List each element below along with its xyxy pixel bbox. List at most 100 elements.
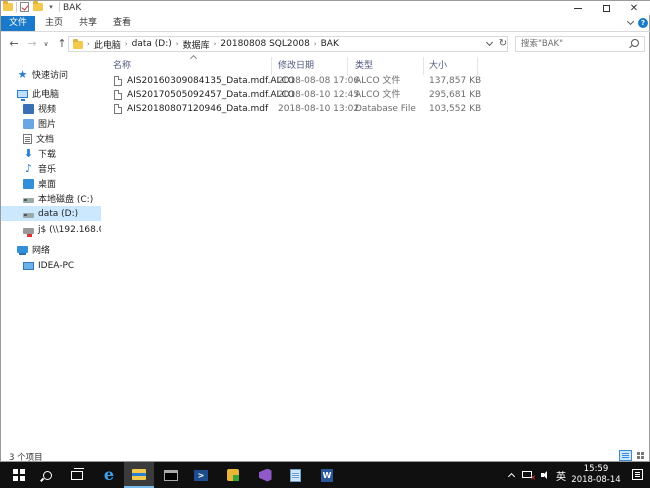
nav-item-local-disk-c[interactable]: 本地磁盘 (C:) <box>1 191 101 206</box>
start-button[interactable] <box>4 462 34 488</box>
taskbar-powershell[interactable]: > <box>186 462 216 488</box>
desktop-folder-icon <box>23 178 34 189</box>
customize-toolbar-icon[interactable]: ▾ <box>46 2 56 12</box>
details-view-icon[interactable] <box>619 450 632 461</box>
table-row[interactable]: AIS20170505092457_Data.mdf.ALCO 2018-08-… <box>111 89 491 102</box>
taskbar-sql-management-studio[interactable] <box>218 462 248 488</box>
nav-item-label: 桌面 <box>38 180 57 190</box>
download-arrow-icon: ⬇ <box>23 146 34 160</box>
network-icon <box>17 246 28 255</box>
maximize-button[interactable] <box>593 1 619 15</box>
search-input[interactable] <box>516 37 628 51</box>
taskbar-visual-studio[interactable] <box>250 462 280 488</box>
column-header-date[interactable]: 修改日期 <box>278 59 314 73</box>
nav-item-quick-access[interactable]: ★ 快速访问 <box>1 67 101 82</box>
chevron-right-icon[interactable]: › <box>214 40 217 48</box>
column-header-size[interactable]: 大小 <box>429 59 447 73</box>
search-icon[interactable] <box>631 39 639 47</box>
nav-item-desktop[interactable]: 桌面 <box>1 176 101 191</box>
breadcrumb-database[interactable]: 数据库 <box>183 38 210 51</box>
file-size: 137,857 KB <box>429 76 482 86</box>
column-divider[interactable] <box>477 57 478 75</box>
taskbar-word[interactable]: W <box>312 462 342 488</box>
powershell-icon: > <box>194 469 208 481</box>
taskbar-command-prompt[interactable] <box>156 462 186 488</box>
tab-share[interactable]: 共享 <box>77 16 99 31</box>
address-bar[interactable]: › 此电脑 › data (D:) › 数据库 › 20180808 SQL20… <box>68 36 508 52</box>
nav-item-this-pc[interactable]: 此电脑 <box>1 86 101 101</box>
table-row[interactable]: AIS20180807120946_Data.mdf 2018-08-10 13… <box>111 103 491 116</box>
search-icon <box>42 470 52 480</box>
network-drive-icon <box>23 228 34 237</box>
explorer-window: ▾ BAK ✕ 文件 主页 共享 查看 ? ← → ∨ ↑ › 此电脑 › da… <box>0 0 650 463</box>
column-header-type[interactable]: 类型 <box>355 59 373 73</box>
chevron-right-icon[interactable]: › <box>87 40 90 48</box>
column-divider[interactable] <box>347 57 348 75</box>
nav-item-network-drive-j[interactable]: j$ (\\192.168.0.90) <box>1 222 101 237</box>
toolbar-divider <box>59 2 60 12</box>
network-status-icon[interactable] <box>522 471 536 483</box>
nav-item-label: IDEA-PC <box>38 260 75 271</box>
tab-file[interactable]: 文件 <box>1 16 35 31</box>
folder-icon <box>3 1 13 12</box>
chevron-right-icon[interactable]: › <box>125 40 128 48</box>
breadcrumb-this-pc[interactable]: 此电脑 <box>94 38 121 51</box>
music-note-icon: ♪ <box>24 161 33 175</box>
taskbar-notepad[interactable] <box>280 462 310 488</box>
taskbar-file-explorer[interactable] <box>124 462 154 488</box>
taskbar-clock[interactable]: 15:59 2018-08-14 <box>570 464 622 486</box>
address-dropdown-icon[interactable] <box>486 40 494 48</box>
refresh-icon[interactable]: ↻ <box>497 38 509 50</box>
nav-item-music[interactable]: ♪ 音乐 <box>1 161 101 176</box>
table-row[interactable]: AIS20160309084135_Data.mdf.ALCO 2018-08-… <box>111 75 491 88</box>
file-date: 2018-08-08 17:06 <box>278 76 360 86</box>
breadcrumb-data-drive[interactable]: data (D:) <box>132 39 172 49</box>
tab-home[interactable]: 主页 <box>43 16 65 31</box>
properties-check-icon[interactable] <box>20 2 30 12</box>
minimize-button[interactable] <box>565 1 591 15</box>
quick-access-toolbar: ▾ <box>3 1 60 12</box>
nav-item-downloads[interactable]: ⬇ 下载 <box>1 146 101 161</box>
recent-locations-button[interactable]: ∨ <box>41 37 51 51</box>
chevron-up-icon[interactable] <box>506 470 516 480</box>
nav-item-idea-pc[interactable]: IDEA-PC <box>1 258 101 273</box>
ribbon-tabs: 文件 主页 共享 查看 ? <box>1 15 650 32</box>
column-divider[interactable] <box>423 57 424 75</box>
input-method-indicator[interactable]: 英 <box>556 468 566 483</box>
help-icon[interactable]: ? <box>638 18 648 28</box>
volume-icon[interactable] <box>540 470 550 480</box>
forward-button[interactable]: → <box>25 37 39 51</box>
up-button[interactable]: ↑ <box>55 37 69 51</box>
expand-ribbon-icon[interactable] <box>626 17 636 27</box>
close-button[interactable]: ✕ <box>621 1 647 15</box>
minimize-icon <box>574 7 582 9</box>
nav-item-videos[interactable]: 视频 <box>1 101 101 116</box>
taskbar-search-button[interactable] <box>32 462 62 488</box>
column-header-name[interactable]: 名称 <box>113 59 131 73</box>
title-bar: ▾ BAK ✕ <box>1 1 650 15</box>
large-icons-view-icon[interactable] <box>635 450 647 461</box>
nav-item-documents[interactable]: 文档 <box>1 131 101 146</box>
taskbar-ie[interactable]: e <box>94 462 124 488</box>
tab-view[interactable]: 查看 <box>111 16 133 31</box>
column-divider[interactable] <box>271 57 272 75</box>
chevron-right-icon[interactable]: › <box>314 40 317 48</box>
notepad-icon <box>289 468 301 482</box>
drive-icon <box>23 198 34 203</box>
breadcrumb-bak[interactable]: BAK <box>321 39 339 49</box>
chevron-right-icon[interactable]: › <box>176 40 179 48</box>
maximize-icon <box>602 4 610 12</box>
back-button[interactable]: ← <box>7 37 21 51</box>
file-list: 名称 修改日期 类型 大小 AIS20160309084135_Data.mdf… <box>111 55 650 445</box>
nav-item-data-d[interactable]: data (D:) <box>1 206 101 221</box>
task-view-button[interactable] <box>62 462 92 488</box>
windows-logo-icon <box>13 469 25 481</box>
action-center-icon[interactable] <box>632 469 643 480</box>
new-folder-icon[interactable] <box>33 1 43 12</box>
file-icon <box>114 76 122 86</box>
nav-item-pictures[interactable]: 图片 <box>1 116 101 131</box>
breadcrumb-sql2008[interactable]: 20180808 SQL2008 <box>220 39 309 49</box>
nav-item-network[interactable]: 网络 <box>1 242 101 257</box>
nav-item-label: 快速访问 <box>32 71 69 81</box>
sql-server-icon <box>227 469 239 481</box>
